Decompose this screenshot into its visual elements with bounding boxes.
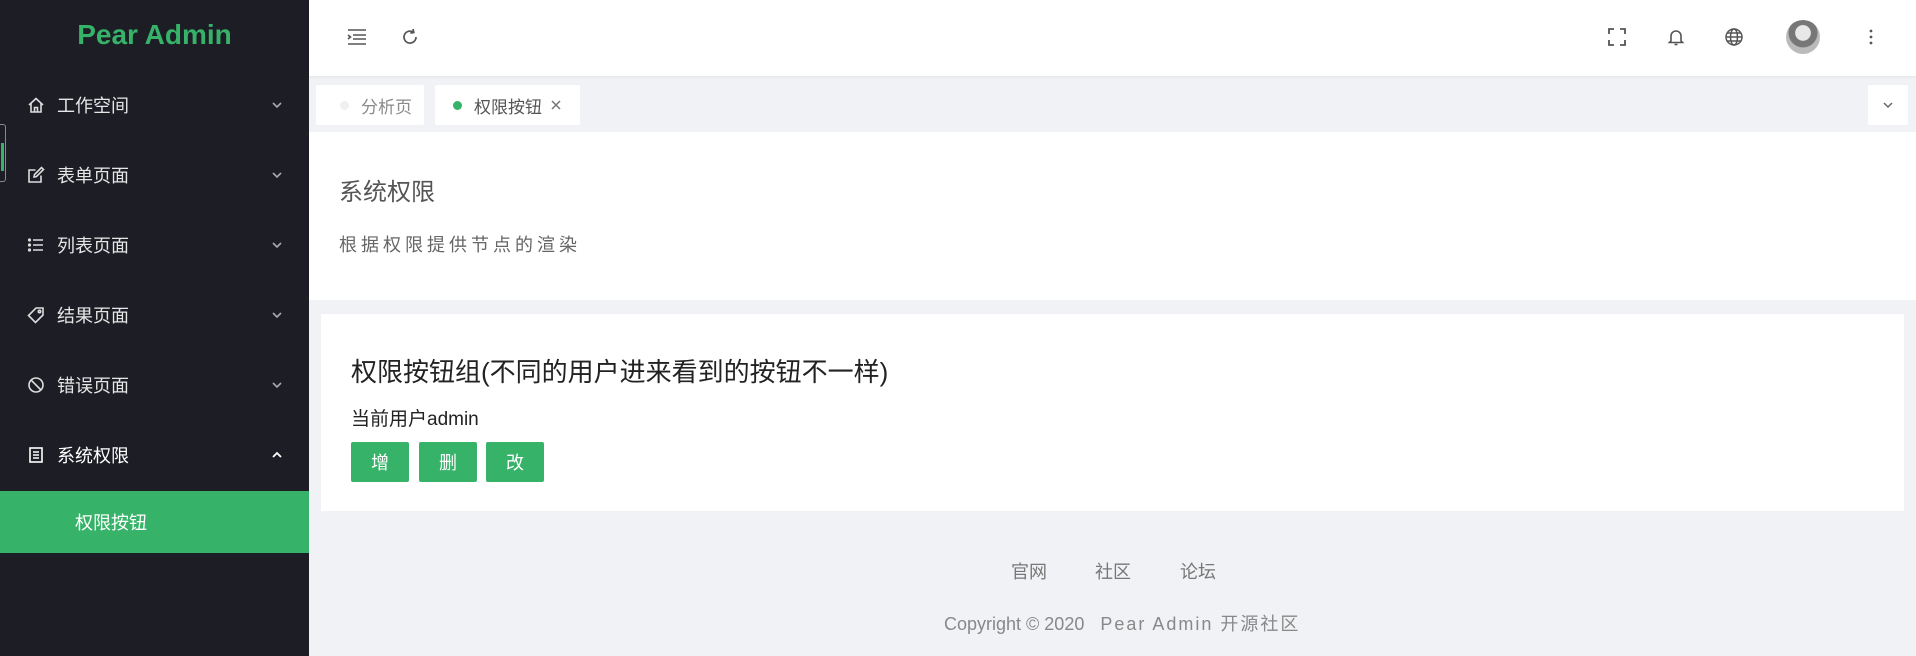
chevron-down-icon [269, 237, 285, 253]
app-logo[interactable]: Pear Admin [0, 0, 309, 70]
document-icon [25, 444, 47, 466]
fullscreen-icon[interactable] [1604, 24, 1630, 50]
sidebar-item-label: 工作空间 [57, 96, 129, 116]
edit-icon [25, 164, 47, 186]
chevron-down-icon [269, 97, 285, 113]
tab-label: 权限按钮 [474, 97, 542, 117]
sidebar-item-label: 系统权限 [57, 446, 129, 466]
refresh-icon[interactable] [397, 24, 423, 50]
more-vertical-icon[interactable] [1858, 24, 1884, 50]
tab-status-dot [340, 100, 349, 110]
sidebar-item-workspace[interactable]: 工作空间 [0, 70, 309, 140]
copyright: Copyright © 2020 Pear Admin 开源社区 [944, 610, 1300, 636]
sidebar-item-label: 列表页面 [57, 236, 129, 256]
sidebar-item-lists[interactable]: 列表页面 [0, 210, 309, 280]
footer-link-forum[interactable]: 论坛 [1180, 558, 1216, 584]
chevron-down-icon [269, 377, 285, 393]
chevron-down-icon [1881, 98, 1895, 112]
copyright-text: Copyright © 2020 [944, 614, 1085, 634]
tab-dropdown-button[interactable] [1868, 85, 1908, 125]
add-button[interactable]: 增 [351, 442, 409, 482]
sidebar-item-results[interactable]: 结果页面 [0, 280, 309, 350]
card-title: 权限按钮组(不同的用户进来看到的按钮不一样) [351, 357, 889, 387]
tag-icon [25, 304, 47, 326]
footer-links: 官网 社区 论坛 [0, 558, 1916, 582]
sidebar-item-errors[interactable]: 错误页面 [0, 350, 309, 420]
footer-link-community[interactable]: 社区 [1095, 558, 1131, 584]
copyright-org: Pear Admin 开源社区 [1100, 614, 1301, 634]
delete-button[interactable]: 删 [419, 442, 477, 482]
sidebar-item-label: 结果页面 [57, 306, 129, 326]
sidebar-item-label: 错误页面 [57, 376, 129, 396]
tab-label: 分析页 [361, 97, 412, 117]
sidebar-subitem-permission-buttons[interactable]: 权限按钮 [0, 491, 309, 553]
sidebar-item-forms[interactable]: 表单页面 [0, 140, 309, 210]
menu-fold-icon[interactable] [344, 24, 370, 50]
avatar[interactable] [1786, 20, 1820, 54]
list-icon [25, 234, 47, 256]
globe-icon[interactable] [1721, 24, 1747, 50]
top-header [309, 0, 1916, 76]
current-user-text: 当前用户admin [351, 409, 479, 430]
edit-button[interactable]: 改 [486, 442, 544, 482]
page-title: 系统权限 [339, 179, 435, 206]
chevron-down-icon [269, 167, 285, 183]
chevron-down-icon [269, 307, 285, 323]
forbidden-icon [25, 374, 47, 396]
home-icon [25, 94, 47, 116]
sidebar-item-permissions[interactable]: 系统权限 [0, 420, 309, 490]
close-icon[interactable] [550, 99, 562, 111]
footer-link-official-site[interactable]: 官网 [1011, 558, 1047, 584]
permission-buttons-card: 权限按钮组(不同的用户进来看到的按钮不一样) 当前用户admin 增 删 改 [321, 314, 1904, 511]
chevron-up-icon [269, 447, 285, 463]
sidebar-item-label: 表单页面 [57, 166, 129, 186]
permission-header-card: 系统权限 根据权限提供节点的渲染 [309, 132, 1916, 300]
tab-permission-buttons[interactable]: 权限按钮 [435, 85, 580, 125]
bell-icon[interactable] [1663, 24, 1689, 50]
page-description: 根据权限提供节点的渲染 [339, 235, 581, 255]
tab-analysis[interactable]: 分析页 [316, 85, 424, 125]
tab-bar: 分析页 权限按钮 [309, 76, 1916, 132]
tab-status-dot [453, 100, 462, 110]
